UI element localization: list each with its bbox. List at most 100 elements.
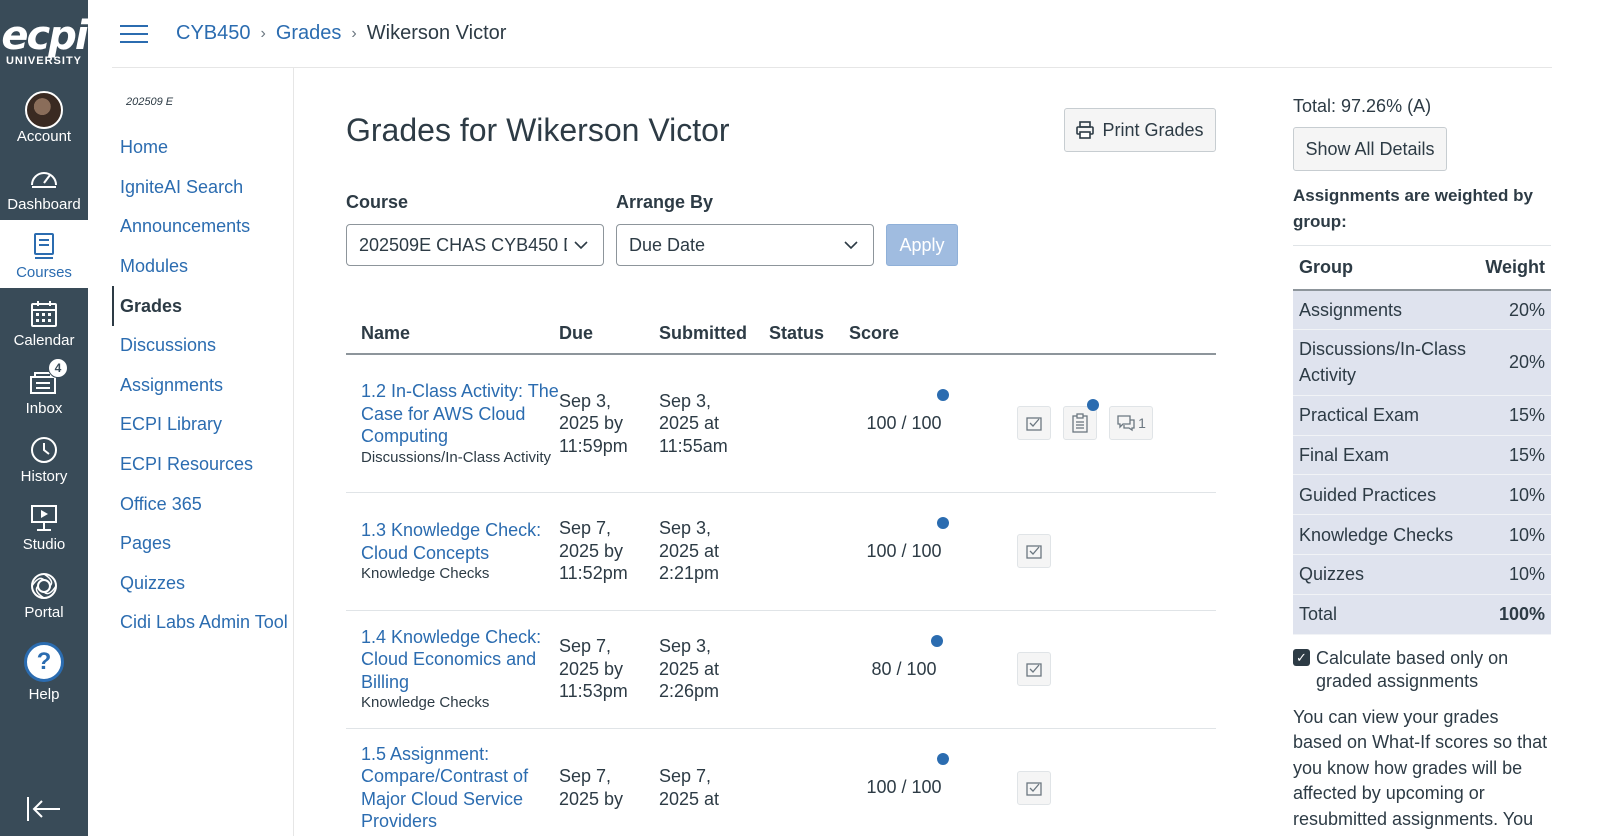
global-nav-courses[interactable]: Courses (0, 220, 88, 288)
rubric-icon (1026, 781, 1042, 796)
global-nav-dashboard[interactable]: Dashboard (0, 152, 88, 220)
help-icon: ? (24, 641, 64, 682)
due-date: Sep 7, 2025 by 11:53pm (559, 636, 628, 702)
avatar (25, 90, 63, 129)
grades-table: Name Due Submitted Status Score 1.2 In-C… (346, 314, 1216, 836)
assignment-link[interactable]: 1.2 In-Class Activity: The Case for AWS … (361, 380, 559, 448)
course-select[interactable]: 202509E CHAS CYB450 D (346, 224, 604, 266)
weight-group: Guided Practices (1293, 474, 1480, 516)
calendar-icon (30, 296, 58, 332)
collapse-nav-icon[interactable] (26, 797, 62, 826)
clipboard-icon (1072, 413, 1088, 433)
total-grade: Total: 97.26% (A) (1293, 96, 1432, 116)
column-header-status[interactable]: Status (769, 314, 849, 355)
weight-group: Discussions/In-Class Activity (1293, 329, 1480, 396)
global-nav-label: Dashboard (7, 195, 81, 213)
course-nav-ecpi-resources[interactable]: ECPI Resources (112, 445, 293, 485)
column-header-name[interactable]: Name (346, 314, 559, 355)
weight-row-total: Total 100% (1293, 594, 1551, 635)
course-nav-ecpi-library[interactable]: ECPI Library (112, 405, 293, 445)
what-if-text: You can view your grades based on What-I… (1293, 706, 1548, 836)
course-nav-discussions[interactable]: Discussions (112, 326, 293, 366)
course-select-value: 202509E CHAS CYB450 D (359, 234, 567, 255)
course-nav-modules[interactable]: Modules (112, 247, 293, 287)
submitted-date: Sep 7, 2025 at (659, 766, 720, 809)
weight-value: 15% (1479, 395, 1551, 436)
global-nav-portal[interactable]: Portal (0, 560, 88, 628)
course-nav-assignments[interactable]: Assignments (112, 366, 293, 406)
dashboard-icon (29, 160, 59, 196)
breadcrumb-separator-icon: › (351, 24, 357, 42)
rubric-button[interactable] (1017, 770, 1051, 805)
breadcrumb-grades-link[interactable]: Grades (276, 22, 342, 45)
global-nav-history[interactable]: History (0, 424, 88, 492)
column-header-due[interactable]: Due (559, 314, 659, 355)
score-value: 100 / 100 (866, 412, 942, 433)
print-grades-button[interactable]: Print Grades (1064, 108, 1216, 152)
weight-group: Knowledge Checks (1293, 514, 1480, 555)
breadcrumb-separator-icon: › (260, 24, 266, 42)
rubric-button[interactable] (1017, 406, 1051, 441)
ecpi-logo[interactable]: ecpi UNIVERSITY (0, 0, 88, 84)
submitted-date: Sep 3, 2025 at 2:26pm (659, 636, 720, 702)
page-header: CYB450 › Grades › Wikerson Victor (112, 0, 1552, 68)
submitted-date: Sep 3, 2025 at 11:55am (659, 390, 728, 456)
column-header-actions (989, 314, 1216, 355)
assignment-link[interactable]: 1.3 Knowledge Check: Cloud Concepts (361, 519, 559, 564)
column-header-submitted[interactable]: Submitted (659, 314, 769, 355)
course-nav-pages[interactable]: Pages (112, 524, 293, 564)
apply-button[interactable]: Apply (886, 224, 958, 266)
calculate-graded-only-checkbox[interactable]: ✓ Calculate based only on graded assignm… (1293, 647, 1551, 693)
group-weights-table: Group Weight Assignments 20% Discussions/… (1293, 245, 1551, 635)
global-nav-label: Courses (16, 263, 72, 281)
global-nav-label: Account (16, 127, 72, 145)
global-nav-inbox[interactable]: 4 Inbox (0, 356, 88, 424)
status-cell (769, 354, 849, 493)
unread-dot-icon (937, 516, 949, 529)
global-nav-label: Inbox (25, 399, 63, 417)
breadcrumb: CYB450 › Grades › Wikerson Victor (176, 22, 506, 45)
weight-group: Practical Exam (1293, 395, 1480, 436)
weight-value: 10% (1479, 554, 1551, 595)
weights-header-weight: Weight (1479, 245, 1551, 291)
global-nav-help[interactable]: ? Help (0, 628, 88, 712)
grade-summary-sidebar: Total: 97.26% (A) Show All Details Assig… (1293, 68, 1551, 836)
print-grades-label: Print Grades (1102, 119, 1204, 140)
rubric-button[interactable] (1017, 652, 1051, 686)
global-nav-studio[interactable]: Studio (0, 492, 88, 560)
course-nav-quizzes[interactable]: Quizzes (112, 564, 293, 604)
chevron-down-icon (574, 241, 588, 250)
logo-subtext: UNIVERSITY (5, 55, 82, 67)
weight-group: Quizzes (1293, 554, 1480, 595)
breadcrumb-course-link[interactable]: CYB450 (176, 22, 251, 45)
studio-icon (29, 500, 59, 536)
weighted-by-group-text: Assignments are weighted by group: (1293, 186, 1533, 231)
unread-dot-icon (931, 634, 943, 647)
assignment-link[interactable]: 1.5 Assignment: Compare/Contrast of Majo… (361, 743, 559, 833)
global-nav-calendar[interactable]: Calendar (0, 288, 88, 356)
comments-button[interactable]: 1 (1109, 406, 1153, 441)
weight-value: 10% (1479, 474, 1551, 516)
global-nav-label: Studio (22, 535, 66, 553)
hamburger-menu-icon[interactable] (120, 24, 148, 43)
arrange-by-select[interactable]: Due Date (616, 224, 874, 266)
course-nav-cidi-labs[interactable]: Cidi Labs Admin Tool (112, 603, 293, 643)
course-nav-igniteai-search[interactable]: IgniteAI Search (112, 168, 293, 208)
weight-value: 20% (1479, 289, 1551, 330)
due-date: Sep 7, 2025 by 11:52pm (559, 518, 628, 584)
score-value: 80 / 100 (871, 658, 937, 679)
rubric-button[interactable] (1017, 534, 1051, 568)
show-all-details-button[interactable]: Show All Details (1293, 127, 1447, 171)
course-nav-home[interactable]: Home (112, 128, 293, 168)
printer-icon (1076, 121, 1095, 139)
submission-details-button[interactable] (1063, 399, 1099, 441)
course-nav-office-365[interactable]: Office 365 (112, 484, 293, 524)
course-nav-grades[interactable]: Grades (112, 286, 293, 326)
arrange-by-value: Due Date (629, 234, 706, 255)
column-header-score[interactable]: Score (849, 314, 989, 355)
course-nav-announcements[interactable]: Announcements (112, 207, 293, 247)
weight-value: 10% (1479, 514, 1551, 555)
global-nav-account[interactable]: Account (0, 84, 88, 152)
logo-text: ecpi (1, 13, 88, 59)
assignment-link[interactable]: 1.4 Knowledge Check: Cloud Economics and… (361, 626, 559, 694)
